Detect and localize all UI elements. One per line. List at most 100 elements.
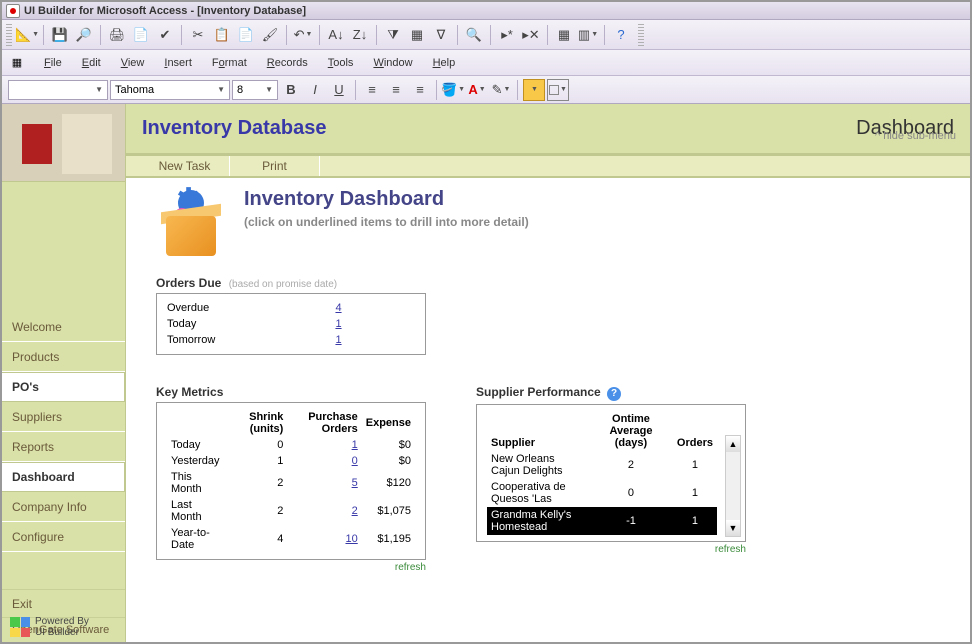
key-metrics-refresh[interactable]: refresh <box>156 562 426 573</box>
form-view-icon[interactable]: ▦ <box>6 53 28 73</box>
orders-due-link[interactable]: 1 <box>335 318 341 330</box>
special-effect-button[interactable]: ▼ <box>547 79 569 101</box>
spellcheck-button[interactable]: ✔ <box>154 24 176 46</box>
orders-due-row: Today1 <box>167 316 415 332</box>
dashboard-box-icon <box>156 188 226 256</box>
sidebar-item-po-s[interactable]: PO's <box>2 372 125 402</box>
undo-button[interactable]: ↶▼ <box>292 24 314 46</box>
toolbar-grip[interactable] <box>6 24 12 46</box>
new-object-button[interactable]: ▥▼ <box>577 24 599 46</box>
orders-due-link[interactable]: 4 <box>335 302 341 314</box>
format-painter-button[interactable]: 🖌 <box>259 24 281 46</box>
font-name-combo[interactable]: Tahoma▼ <box>110 80 230 100</box>
help-icon[interactable]: ? <box>607 387 621 401</box>
menu-file[interactable]: File <box>34 54 72 72</box>
menu-help[interactable]: Help <box>423 54 466 72</box>
hide-submenu-link[interactable]: hide sub-menu <box>875 130 956 142</box>
sidebar-item-suppliers[interactable]: Suppliers <box>2 402 125 432</box>
sidebar-item-welcome[interactable]: Welcome <box>2 312 125 342</box>
metrics-po-link[interactable]: 2 <box>352 505 358 517</box>
font-size-value: 8 <box>237 84 243 96</box>
tab-new-task[interactable]: New Task <box>140 156 230 176</box>
line-color-button[interactable]: ✎▼ <box>490 79 512 101</box>
copy-button[interactable]: 📋 <box>211 24 233 46</box>
scroll-down-button[interactable]: ▼ <box>726 520 740 536</box>
orders-due-title: Orders Due (based on promise date) <box>156 276 956 290</box>
filter-selection-button[interactable]: ⧩ <box>382 24 404 46</box>
cut-button[interactable]: ✂ <box>187 24 209 46</box>
filter-form-button[interactable]: ▦ <box>406 24 428 46</box>
dashboard-subtitle: (click on underlined items to drill into… <box>244 215 529 229</box>
sort-desc-button[interactable]: Z↓ <box>349 24 371 46</box>
database-window-button[interactable]: ▦ <box>553 24 575 46</box>
orders-due-row: Tomorrow1 <box>167 332 415 348</box>
menu-edit[interactable]: Edit <box>72 54 111 72</box>
supplier-refresh[interactable]: refresh <box>476 544 746 555</box>
key-metrics-row: Year-to-Date410$1,195 <box>167 525 415 553</box>
align-left-button[interactable]: ≡ <box>361 79 383 101</box>
fill-color-button[interactable]: 🪣▼ <box>442 79 464 101</box>
formatting-toolbar: ▼ Tahoma▼ 8▼ B I U ≡ ≡ ≡ 🪣▼ A▼ ✎▼ ▼ ▼ <box>2 76 970 104</box>
key-metrics-panel: Shrink (units)Purchase OrdersExpenseToda… <box>156 402 426 560</box>
menu-bar: ▦ File Edit View Insert Format Records T… <box>2 50 970 76</box>
main-area: Inventory Database Dashboard New Task Pr… <box>126 104 970 642</box>
toggle-filter-button[interactable]: ∇ <box>430 24 452 46</box>
menu-tools[interactable]: Tools <box>318 54 364 72</box>
sidebar-item-company-info[interactable]: Company Info <box>2 492 125 522</box>
help-button[interactable]: ? <box>610 24 632 46</box>
sidebar: WelcomeProductsPO'sSuppliersReportsDashb… <box>2 104 126 642</box>
print-preview-button[interactable]: 📄 <box>130 24 152 46</box>
save-button[interactable]: 💾 <box>49 24 71 46</box>
menu-insert[interactable]: Insert <box>154 54 202 72</box>
align-center-button[interactable]: ≡ <box>385 79 407 101</box>
metrics-po-link[interactable]: 1 <box>352 439 358 451</box>
underline-button[interactable]: U <box>328 79 350 101</box>
database-title: Inventory Database <box>142 117 327 140</box>
object-combo[interactable]: ▼ <box>8 80 108 100</box>
key-metrics-row: Last Month22$1,075 <box>167 497 415 525</box>
italic-button[interactable]: I <box>304 79 326 101</box>
supplier-perf-panel: SupplierOntime Average (days)OrdersNew O… <box>476 404 746 542</box>
scroll-up-button[interactable]: ▲ <box>726 436 740 452</box>
sidebar-item-reports[interactable]: Reports <box>2 432 125 462</box>
menu-window[interactable]: Window <box>363 54 422 72</box>
menu-format[interactable]: Format <box>202 54 257 72</box>
new-record-button[interactable]: ▸* <box>496 24 518 46</box>
dashboard-title: Inventory Dashboard <box>244 188 529 211</box>
design-view-button[interactable]: 📐▼ <box>16 24 38 46</box>
find-button[interactable]: 🔍 <box>463 24 485 46</box>
metrics-po-link[interactable]: 0 <box>352 455 358 467</box>
subtab-band: New Task Print <box>126 154 970 178</box>
powered-by-icon <box>10 617 30 637</box>
sidebar-item-products[interactable]: Products <box>2 342 125 372</box>
sidebar-item-configure[interactable]: Configure <box>2 522 125 552</box>
align-right-button[interactable]: ≡ <box>409 79 431 101</box>
delete-record-button[interactable]: ▸✕ <box>520 24 542 46</box>
search-button[interactable]: 🔎 <box>73 24 95 46</box>
app-icon <box>6 4 20 18</box>
sidebar-exit[interactable]: Exit <box>2 589 125 617</box>
menu-records[interactable]: Records <box>257 54 318 72</box>
print-button[interactable]: 🖨 <box>106 24 128 46</box>
supplier-row[interactable]: New Orleans Cajun Delights21 <box>487 451 717 479</box>
orders-due-link[interactable]: 1 <box>335 334 341 346</box>
supplier-perf-title: Supplier Performance ? <box>476 385 746 401</box>
supplier-row[interactable]: Cooperativa de Quesos 'Las01 <box>487 479 717 507</box>
sort-asc-button[interactable]: A↓ <box>325 24 347 46</box>
tab-print[interactable]: Print <box>230 156 320 176</box>
metrics-po-link[interactable]: 10 <box>345 533 357 545</box>
supplier-row[interactable]: Grandma Kelly's Homestead-11 <box>487 507 717 535</box>
window-title: UI Builder for Microsoft Access - [Inven… <box>24 5 306 17</box>
font-size-combo[interactable]: 8▼ <box>232 80 278 100</box>
orders-due-panel: Overdue4Today1Tomorrow1 <box>156 293 426 355</box>
line-width-button[interactable]: ▼ <box>523 79 545 101</box>
menu-view[interactable]: View <box>111 54 155 72</box>
metrics-po-link[interactable]: 5 <box>352 477 358 489</box>
supplier-scrollbar[interactable]: ▲ ▼ <box>725 435 741 537</box>
sidebar-item-dashboard[interactable]: Dashboard <box>2 462 125 492</box>
bold-button[interactable]: B <box>280 79 302 101</box>
toolbar-grip-end[interactable] <box>638 24 644 46</box>
font-color-button[interactable]: A▼ <box>466 79 488 101</box>
header-band: Inventory Database Dashboard <box>126 104 970 154</box>
paste-button[interactable]: 📄 <box>235 24 257 46</box>
